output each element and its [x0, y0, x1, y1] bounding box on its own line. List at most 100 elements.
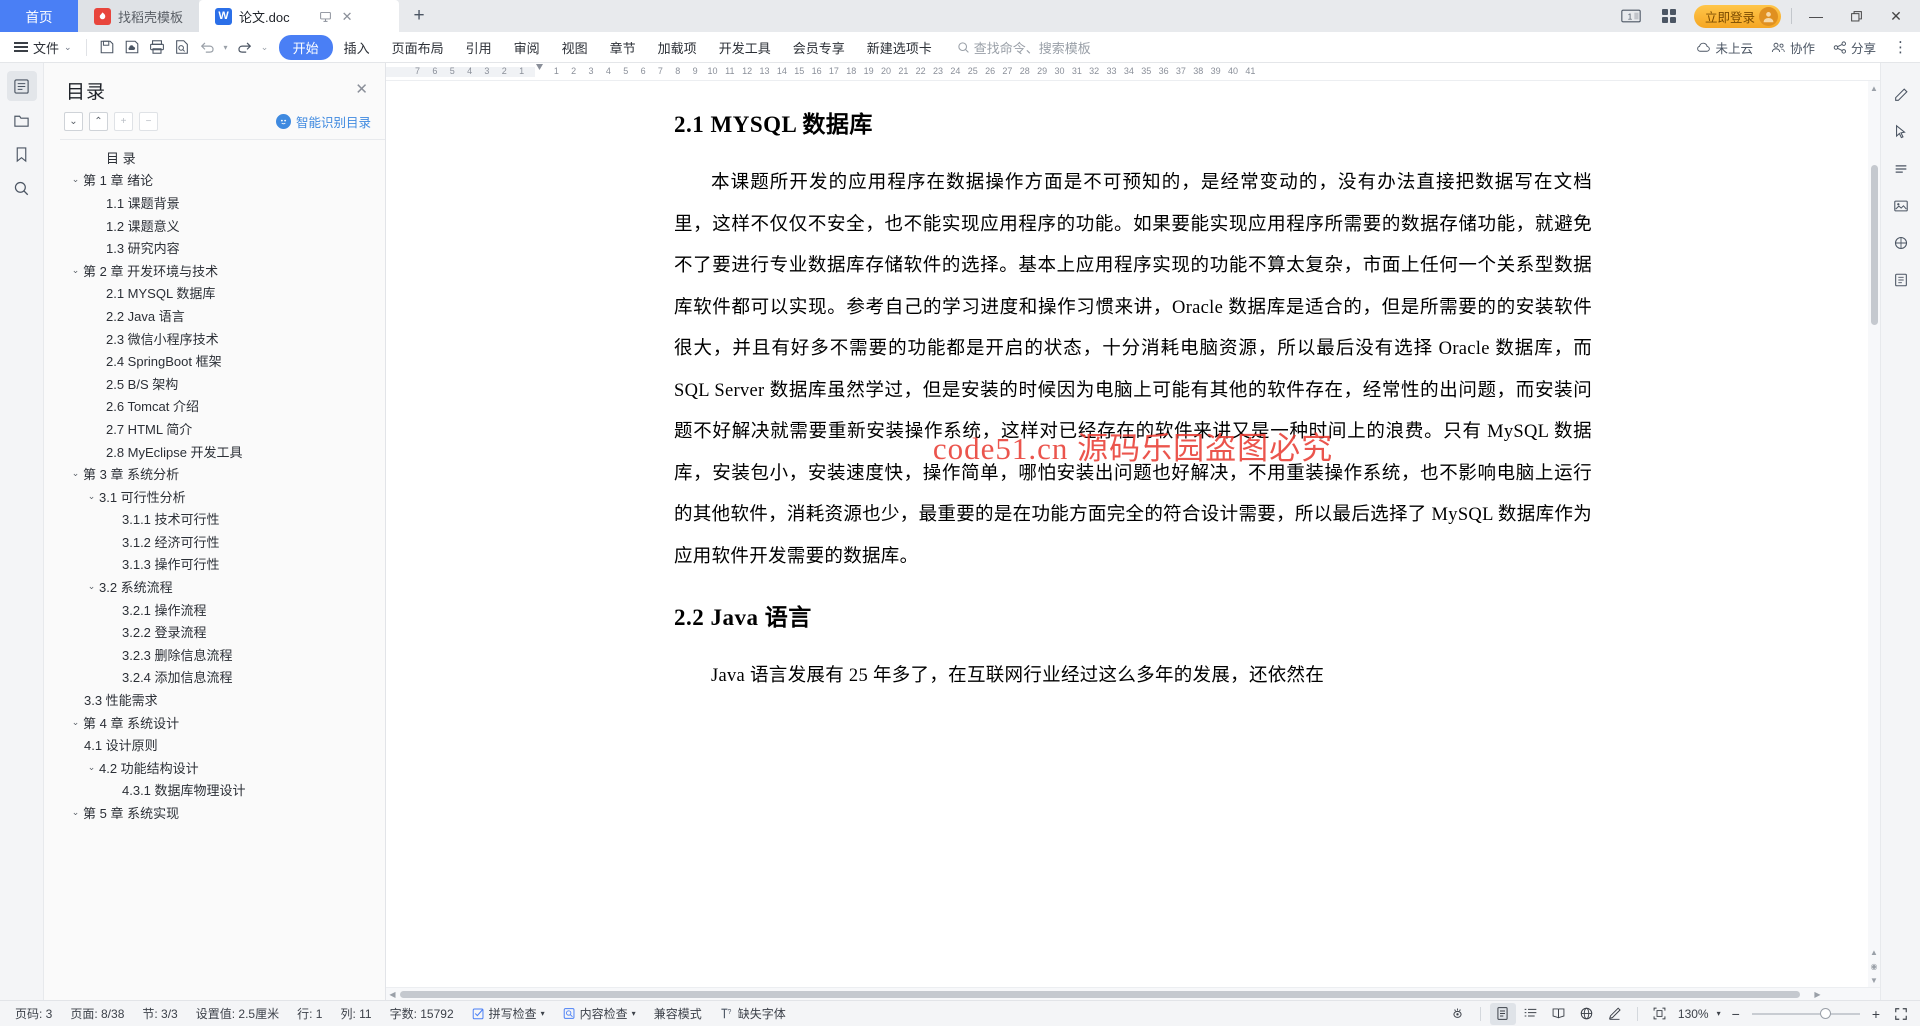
status-compatibility-mode[interactable]: 兼容模式 [645, 1004, 711, 1024]
ocr-icon[interactable] [1887, 229, 1915, 257]
rail-search-button[interactable] [7, 173, 37, 203]
chevron-down-icon[interactable]: ⌄ [68, 468, 83, 479]
tab-review[interactable]: 审阅 [503, 35, 551, 60]
zoom-slider[interactable] [1751, 1007, 1860, 1019]
tab-page-layout[interactable]: 页面布局 [381, 35, 455, 60]
zoom-level-label[interactable]: 130% [1675, 1007, 1712, 1021]
minimize-button[interactable]: — [1796, 0, 1836, 32]
zoom-out-button[interactable]: − [1726, 1006, 1746, 1022]
ribbon-more-button[interactable]: ⋮ [1887, 38, 1914, 56]
zoom-in-button[interactable]: + [1866, 1006, 1886, 1022]
close-outline-icon[interactable]: ✕ [352, 77, 371, 101]
tab-chapter[interactable]: 章节 [599, 35, 647, 60]
paragraph-2-2[interactable]: Java 语言发展有 25 年多了，在互联网行业经过这么多年的发展，还依然在 [674, 656, 1592, 698]
status-section[interactable]: 节: 3/3 [133, 1004, 186, 1024]
paragraph-2-1[interactable]: 本课题所开发的应用程序在数据操作方面是不可预知的，是经常变动的，没有办法直接把数… [674, 163, 1592, 578]
tab-dev-tools[interactable]: 开发工具 [708, 35, 782, 60]
previous-page-icon[interactable]: ▲ [1868, 945, 1880, 959]
outline-item[interactable]: ⌄ 3.1 可行性分析 [60, 485, 385, 508]
status-word-count[interactable]: 字数: 15792 [381, 1004, 463, 1024]
page-navigate-icon[interactable]: ◉ [1868, 959, 1880, 973]
chevron-down-icon[interactable]: ⌄ [84, 762, 99, 773]
image-icon[interactable] [1887, 192, 1915, 220]
status-row[interactable]: 行: 1 [288, 1004, 331, 1024]
outline-item[interactable]: 2.8 MyEclipse 开发工具 [60, 440, 385, 463]
close-tab-icon[interactable]: ✕ [342, 10, 353, 23]
outline-item[interactable]: 3.1.1 技术可行性 [60, 508, 385, 531]
outline-item[interactable]: 1.1 课题背景 [60, 191, 385, 214]
close-button[interactable]: ✕ [1876, 0, 1916, 32]
chevron-down-icon[interactable]: ⌄ [68, 174, 83, 185]
scroll-up-icon[interactable]: ▲ [1868, 81, 1880, 95]
outline-item[interactable]: ⌄ 3.2 系统流程 [60, 575, 385, 598]
outline-item[interactable]: 3.2.4 添加信息流程 [60, 666, 385, 689]
rail-bookmark-button[interactable] [7, 139, 37, 169]
chevron-down-icon[interactable]: ⌄ [68, 717, 83, 728]
smart-toc-button[interactable]: 智能识别目录 [275, 112, 371, 131]
outline-item[interactable]: ⌄ 第 1 章 绪论 [60, 169, 385, 192]
view-web-button[interactable] [1574, 1003, 1600, 1025]
fullscreen-button[interactable] [1888, 1003, 1914, 1025]
outline-item[interactable]: 2.1 MYSQL 数据库 [60, 282, 385, 305]
view-outline-button[interactable] [1518, 1003, 1544, 1025]
tab-insert[interactable]: 插入 [333, 35, 381, 60]
next-page-icon[interactable]: ▼ [1868, 973, 1880, 987]
horizontal-scroll-thumb[interactable] [400, 991, 1800, 998]
outline-item[interactable]: 4.1 设计原则 [60, 733, 385, 756]
print-preview-button[interactable] [170, 35, 195, 60]
status-setting-value[interactable]: 设置值: 2.5厘米 [187, 1004, 288, 1024]
outline-item[interactable]: 2.4 SpringBoot 框架 [60, 349, 385, 372]
status-spell-check[interactable]: 拼写检查 ▾ [463, 1004, 554, 1024]
cloud-status-button[interactable]: 未上云 [1689, 35, 1760, 60]
view-reading-button[interactable] [1546, 1003, 1572, 1025]
collapse-all-button[interactable]: ⌃ [89, 112, 108, 131]
document-tab[interactable]: W 论文.doc ✕ [199, 0, 400, 32]
undo-dropdown[interactable]: ▾ [220, 35, 232, 60]
page-scroll-region[interactable]: 2.1 MYSQL 数据库 本课题所开发的应用程序在数据操作方面是不可预知的，是… [386, 81, 1880, 987]
tab-view[interactable]: 视图 [551, 35, 599, 60]
outline-item[interactable]: ⌄ 第 2 章 开发环境与技术 [60, 259, 385, 282]
search-command-box[interactable]: 查找命令、搜索模板 [957, 38, 1091, 57]
document-vertical-scrollbar[interactable]: ▲ ▲ ◉ ▼ [1868, 81, 1880, 987]
login-button[interactable]: 立即登录 [1693, 4, 1781, 28]
fit-page-button[interactable] [1647, 1003, 1673, 1025]
paragraph-icon[interactable] [1887, 155, 1915, 183]
tab-new-tab[interactable]: 新建选项卡 [856, 35, 943, 60]
outline-item[interactable]: 1.2 课题意义 [60, 214, 385, 237]
save-button[interactable] [95, 35, 120, 60]
decrease-level-button[interactable]: − [139, 112, 158, 131]
outline-item[interactable]: 3.2.1 操作流程 [60, 598, 385, 621]
view-focus-button[interactable] [1445, 1003, 1471, 1025]
grid-view-button[interactable] [1650, 0, 1688, 32]
tab-member-exclusive[interactable]: 会员专享 [782, 35, 856, 60]
tab-addins[interactable]: 加载项 [647, 35, 708, 60]
view-writing-button[interactable] [1602, 1003, 1628, 1025]
outline-tree[interactable]: 目 录 ⌄ 第 1 章 绪论 1.1 课题背景 1.2 课题意义 1.3 研究内容 ⌄ 第 2… [60, 139, 385, 1000]
outline-item[interactable]: 2.3 微信小程序技术 [60, 327, 385, 350]
status-column[interactable]: 列: 11 [331, 1004, 380, 1024]
share-button[interactable]: 分享 [1826, 35, 1883, 60]
outline-item[interactable]: ⌄ 4.2 功能结构设计 [60, 756, 385, 779]
zoom-dropdown-icon[interactable]: ▾ [1714, 1009, 1724, 1018]
outline-item[interactable]: 1.3 研究内容 [60, 236, 385, 259]
outline-item[interactable]: 目 录 [60, 146, 385, 169]
outline-item[interactable]: 3.2.2 登录流程 [60, 620, 385, 643]
outline-item[interactable]: 2.6 Tomcat 介绍 [60, 395, 385, 418]
tab-start[interactable]: 开始 [278, 34, 333, 60]
collaborate-button[interactable]: 协作 [1764, 35, 1822, 60]
outline-item[interactable]: 3.1.3 操作可行性 [60, 553, 385, 576]
customize-qat-button[interactable]: ⌄ [257, 35, 273, 60]
rail-outline-button[interactable] [6, 71, 37, 101]
document-page[interactable]: 2.1 MYSQL 数据库 本课题所开发的应用程序在数据操作方面是不可预知的，是… [598, 81, 1668, 987]
expand-all-button[interactable]: ⌄ [64, 112, 83, 131]
pdf-icon[interactable] [1887, 266, 1915, 294]
zoom-slider-knob[interactable] [1819, 1007, 1831, 1019]
status-page-number[interactable]: 页码: 3 [6, 1004, 61, 1024]
rail-files-button[interactable] [7, 105, 37, 135]
scroll-right-icon[interactable]: ▶ [1811, 988, 1824, 1001]
outline-item[interactable]: 2.5 B/S 架构 [60, 372, 385, 395]
status-content-check[interactable]: 内容检查 ▾ [554, 1004, 645, 1024]
outline-item[interactable]: 4.3.1 数据库物理设计 [60, 779, 385, 802]
status-page-count[interactable]: 页面: 8/38 [61, 1004, 133, 1024]
template-tab[interactable]: 找稻壳模板 [78, 0, 200, 32]
